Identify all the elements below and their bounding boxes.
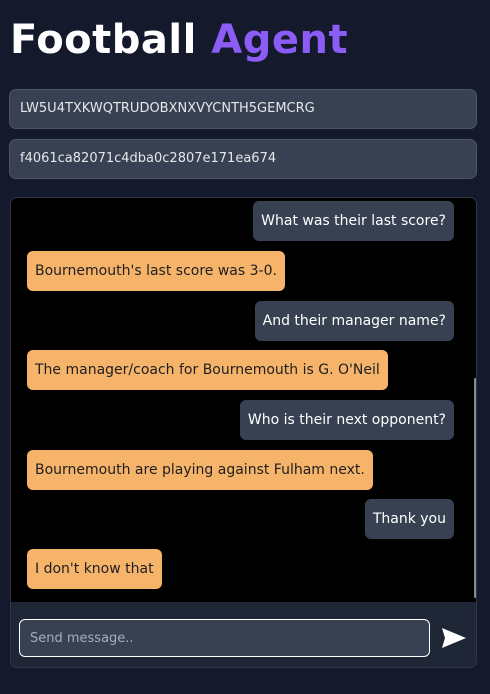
user-message: What was their last score? [253, 201, 454, 241]
title-word-agent: Agent [211, 17, 349, 63]
agent-message: The manager/coach for Bournemouth is G. … [27, 350, 388, 390]
title-word-football: Football [10, 17, 197, 63]
send-icon [442, 628, 466, 648]
agent-message: I don't know that [27, 549, 162, 589]
user-message: Who is their next opponent? [239, 400, 454, 440]
message-input[interactable] [19, 619, 430, 657]
agent-message: Bournemouth's last score was 3-0. [27, 251, 285, 291]
user-message: Thank you [364, 499, 454, 539]
message-scrollbar[interactable] [474, 378, 476, 598]
app-title: Football Agent [10, 14, 348, 66]
message-composer [11, 602, 476, 667]
message-list[interactable]: What was their last score? Bournemouth's… [11, 198, 476, 602]
agent-message: Bournemouth are playing against Fulham n… [27, 450, 373, 490]
send-button[interactable] [439, 624, 469, 652]
api-key-field[interactable]: LW5U4TXKWQTRUDOBXNXVYCNTH5GEMCRG [9, 89, 477, 129]
chat-panel: What was their last score? Bournemouth's… [10, 197, 477, 668]
session-id-field[interactable]: f4061ca82071c4dba0c2807e171ea674 [9, 139, 477, 179]
user-message: And their manager name? [254, 301, 454, 341]
